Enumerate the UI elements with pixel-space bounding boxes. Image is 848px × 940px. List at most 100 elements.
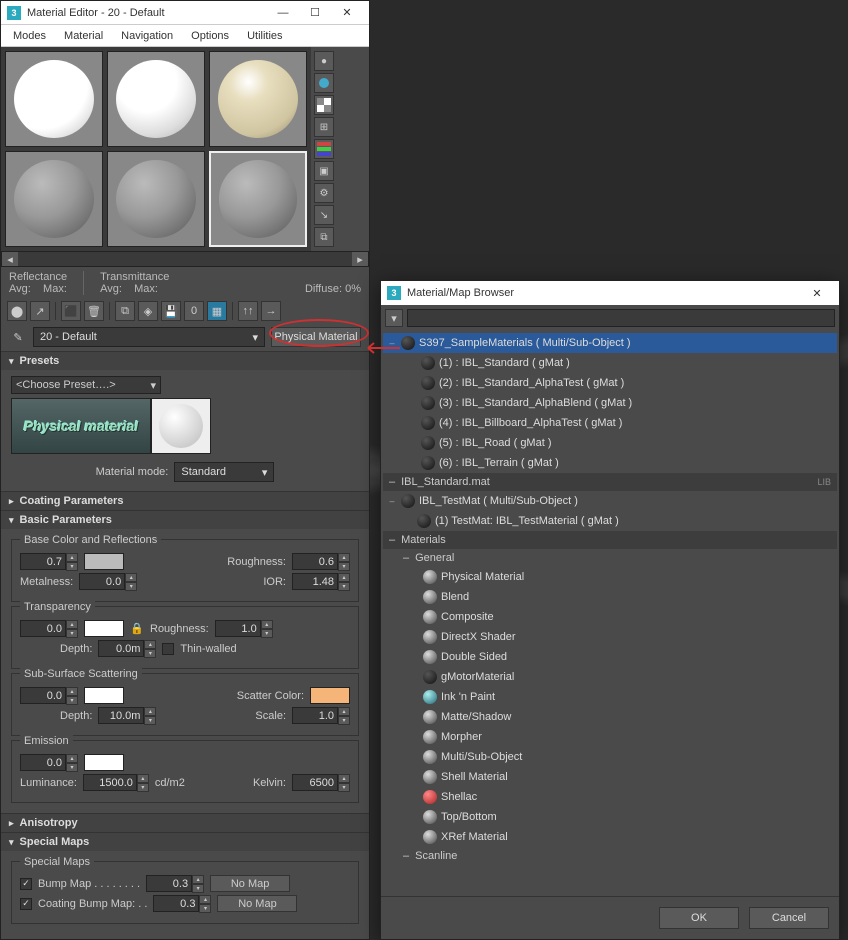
material-name-dropdown[interactable]: 20 - Default ▾ <box>33 327 265 347</box>
roughness-spinner[interactable]: ▴▾ <box>292 553 350 570</box>
coat-bump-map-button[interactable]: No Map <box>217 895 297 912</box>
sample-slot[interactable] <box>5 51 103 147</box>
select-by-mat-icon[interactable]: ↘ <box>314 205 334 225</box>
tree-item[interactable]: (6) : IBL_Terrain ( gMat ) <box>403 453 837 473</box>
metalness-spinner[interactable]: ▴▾ <box>79 573 137 590</box>
sss-scale-spinner[interactable]: ▴▾ <box>292 707 350 724</box>
tree-item[interactable]: gMotorMaterial <box>419 667 837 687</box>
pick-material-icon[interactable]: ✎ <box>9 328 27 346</box>
background-icon[interactable] <box>314 95 334 115</box>
tree-item[interactable]: Composite <box>419 607 837 627</box>
tree-section-scanline[interactable]: Scanline <box>383 847 837 865</box>
browser-titlebar[interactable]: 3 Material/Map Browser ✕ <box>381 281 839 305</box>
tree-item[interactable]: Morpher <box>419 727 837 747</box>
thin-walled-checkbox[interactable] <box>162 643 174 655</box>
trans-roughness-spinner[interactable]: ▴▾ <box>215 620 273 637</box>
luminance-spinner[interactable]: ▴▾ <box>83 774 149 791</box>
sample-slot[interactable] <box>5 151 103 247</box>
material-editor-titlebar[interactable]: 3 Material Editor - 20 - Default — ☐ ✕ <box>1 1 369 25</box>
tree-item[interactable]: (5) : IBL_Road ( gMat ) <box>403 433 837 453</box>
tree-item[interactable]: Multi/Sub-Object <box>419 747 837 767</box>
tree-item[interactable]: DirectX Shader <box>419 627 837 647</box>
tree-item[interactable]: – IBL_TestMat ( Multi/Sub-Object ) <box>383 491 837 511</box>
menu-options[interactable]: Options <box>183 28 237 44</box>
coat-bump-checkbox[interactable] <box>20 898 32 910</box>
preview-icon[interactable]: ▣ <box>314 161 334 181</box>
material-map-nav-icon[interactable]: ⧉ <box>314 227 334 247</box>
sample-slot[interactable] <box>107 51 205 147</box>
make-copy-icon[interactable]: ⧉ <box>115 301 135 321</box>
tree-item[interactable]: (3) : IBL_Standard_AlphaBlend ( gMat ) <box>403 393 837 413</box>
material-mode-dropdown[interactable]: Standard▾ <box>174 462 274 482</box>
transparency-weight-spinner[interactable]: ▴▾ <box>20 620 78 637</box>
ior-spinner[interactable]: ▴▾ <box>292 573 350 590</box>
close-button[interactable]: ✕ <box>331 2 363 24</box>
special-maps-header[interactable]: Special Maps <box>1 833 369 851</box>
close-button[interactable]: ✕ <box>801 282 833 304</box>
tree-item[interactable]: (1) : IBL_Standard ( gMat ) <box>403 353 837 373</box>
cancel-button[interactable]: Cancel <box>749 907 829 929</box>
sample-slot[interactable] <box>209 51 307 147</box>
depth-spinner[interactable]: ▴▾ <box>98 640 156 657</box>
sample-uv-icon[interactable]: ⊞ <box>314 117 334 137</box>
preset-dropdown[interactable]: <Choose Preset….>▾ <box>11 376 161 394</box>
base-color-swatch[interactable] <box>84 553 124 570</box>
presets-header[interactable]: Presets <box>1 352 369 370</box>
options-icon[interactable]: ⚙ <box>314 183 334 203</box>
base-weight-spinner[interactable]: ▴▾ <box>20 553 78 570</box>
tree-item-scene-root[interactable]: – S397_SampleMaterials ( Multi/Sub-Objec… <box>383 333 837 353</box>
tree-item[interactable]: Matte/Shadow <box>419 707 837 727</box>
menu-utilities[interactable]: Utilities <box>239 28 290 44</box>
tree-item[interactable]: (4) : IBL_Billboard_AlphaTest ( gMat ) <box>403 413 837 433</box>
sample-type-icon[interactable]: ● <box>314 51 334 71</box>
sss-weight-spinner[interactable]: ▴▾ <box>20 687 78 704</box>
sample-slot[interactable] <box>107 151 205 247</box>
minimize-button[interactable]: — <box>267 2 299 24</box>
bump-map-checkbox[interactable] <box>20 878 32 890</box>
tree-section-general[interactable]: General <box>383 549 837 567</box>
put-to-library-icon[interactable]: 💾 <box>161 301 181 321</box>
put-to-scene-icon[interactable]: ↗ <box>30 301 50 321</box>
sss-depth-spinner[interactable]: ▴▾ <box>98 707 156 724</box>
tree-item[interactable]: XRef Material <box>419 827 837 847</box>
get-material-icon[interactable]: ⬤ <box>7 301 27 321</box>
search-menu-icon[interactable]: ▾ <box>385 309 403 327</box>
coating-header[interactable]: Coating Parameters <box>1 492 369 510</box>
scatter-color-swatch[interactable] <box>310 687 350 704</box>
tree-item[interactable]: Double Sided <box>419 647 837 667</box>
emission-color-swatch[interactable] <box>84 754 124 771</box>
material-id-icon[interactable]: 0 <box>184 301 204 321</box>
coat-bump-amount-spinner[interactable]: ▴▾ <box>153 895 211 912</box>
menu-material[interactable]: Material <box>56 28 111 44</box>
transparency-color-swatch[interactable] <box>84 620 124 637</box>
scroll-right-button[interactable]: ▸ <box>352 252 368 266</box>
go-parent-icon[interactable]: ↑↑ <box>238 301 258 321</box>
kelvin-spinner[interactable]: ▴▾ <box>292 774 350 791</box>
emission-weight-spinner[interactable]: ▴▾ <box>20 754 78 771</box>
tree-item[interactable]: Ink 'n Paint <box>419 687 837 707</box>
lock-icon[interactable]: 🔒 <box>130 622 144 636</box>
assign-to-selection-icon[interactable]: ⬛ <box>61 301 81 321</box>
show-map-viewport-icon[interactable]: ▦ <box>207 301 227 321</box>
tree-section-lib[interactable]: IBL_Standard.mat LIB <box>383 473 837 491</box>
search-input[interactable] <box>407 309 835 327</box>
tree-item[interactable]: Blend <box>419 587 837 607</box>
tree-item[interactable]: (2) : IBL_Standard_AlphaTest ( gMat ) <box>403 373 837 393</box>
tree-item[interactable]: Shell Material <box>419 767 837 787</box>
tree-item[interactable]: (1) TestMat: IBL_TestMaterial ( gMat ) <box>383 511 837 531</box>
reset-map-icon[interactable]: 🗑 <box>84 301 104 321</box>
material-type-button[interactable]: Physical Material <box>271 327 361 347</box>
basic-params-header[interactable]: Basic Parameters <box>1 511 369 529</box>
go-forward-icon[interactable]: → <box>261 301 281 321</box>
maximize-button[interactable]: ☐ <box>299 2 331 24</box>
tree-item[interactable]: Physical Material <box>419 567 837 587</box>
ok-button[interactable]: OK <box>659 907 739 929</box>
tree-item[interactable]: Top/Bottom <box>419 807 837 827</box>
sample-slot-active[interactable] <box>209 151 307 247</box>
tree-section-materials[interactable]: Materials <box>383 531 837 549</box>
tree-item[interactable]: Shellac <box>419 787 837 807</box>
anisotropy-header[interactable]: Anisotropy <box>1 814 369 832</box>
menu-modes[interactable]: Modes <box>5 28 54 44</box>
backlight-icon[interactable] <box>314 73 334 93</box>
video-color-icon[interactable] <box>314 139 334 159</box>
